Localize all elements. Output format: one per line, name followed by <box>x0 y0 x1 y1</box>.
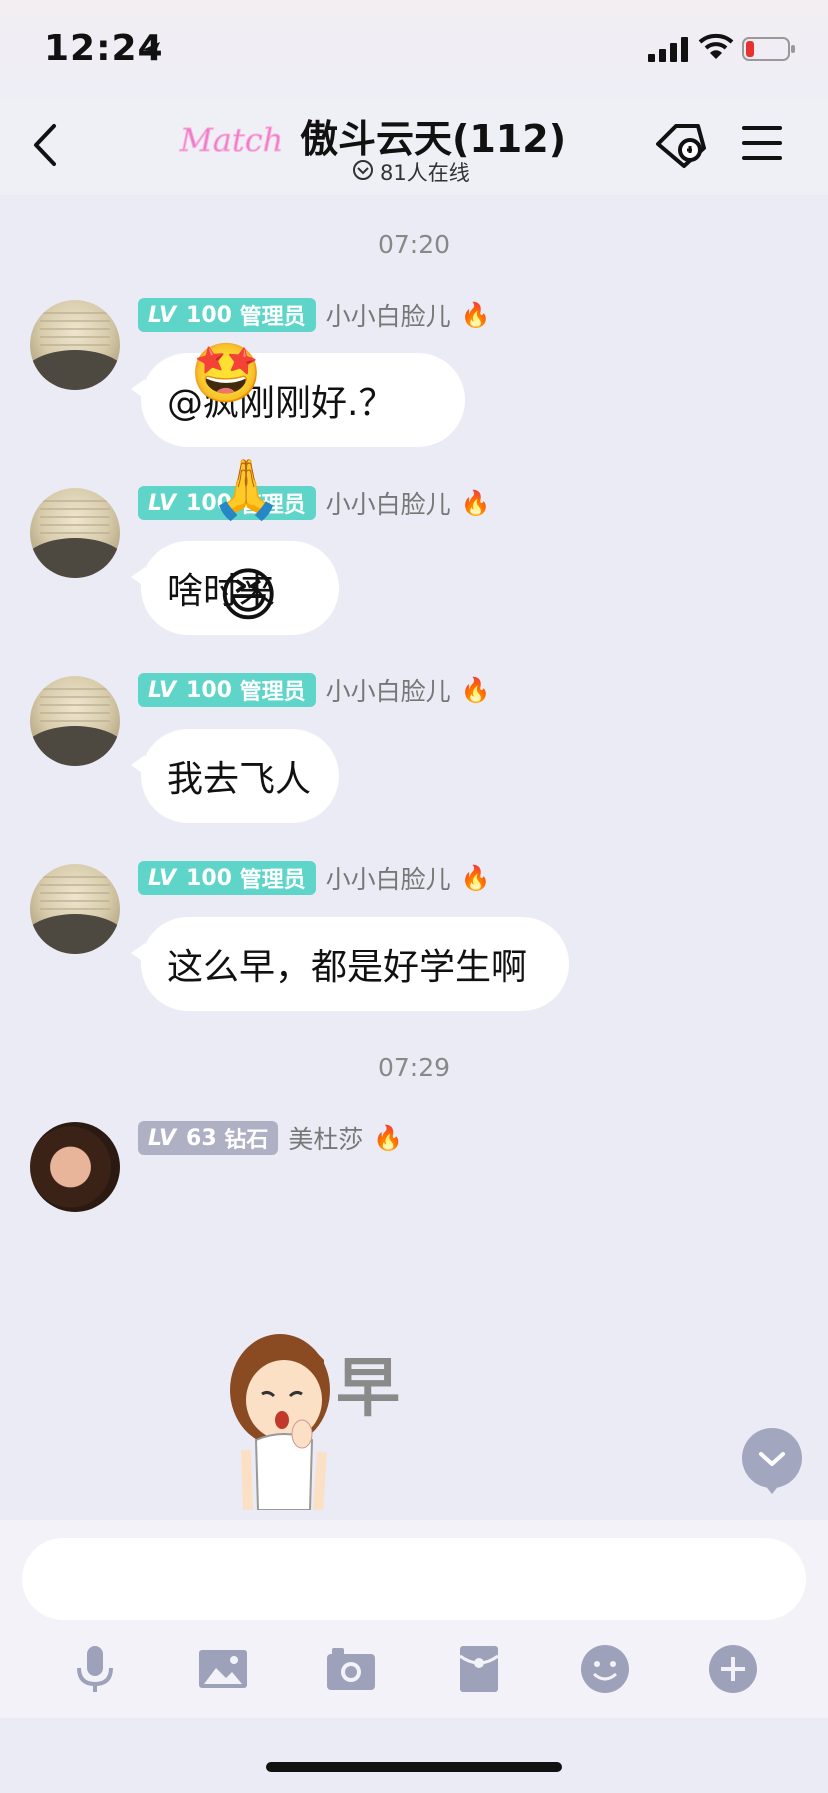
sticker-image[interactable]: 早 <box>228 1330 418 1510</box>
username[interactable]: 美杜莎 <box>288 1120 363 1156</box>
fire-icon: 🔥 <box>460 301 491 329</box>
message-bubble[interactable]: 我去飞人 <box>131 729 339 823</box>
welcome-emoji-icon: 😆 <box>218 561 279 629</box>
back-chevron-icon[interactable] <box>30 122 60 168</box>
menu-icon[interactable] <box>742 124 782 162</box>
message-header: LV 100 管理员 小小白脸儿 🔥 <box>138 485 491 521</box>
role-label: 管理员 <box>239 680 306 705</box>
timestamp: 07:20 <box>377 230 451 259</box>
svg-text:早: 早 <box>336 1352 400 1426</box>
level-number: 100 <box>186 865 232 891</box>
redpacket-icon[interactable] <box>452 1642 506 1696</box>
username[interactable]: 小小白脸儿 <box>326 297 451 333</box>
avatar[interactable] <box>30 488 120 578</box>
level-badge: LV 63 钻石 <box>138 1121 279 1155</box>
level-badge: LV 100 管理员 <box>138 861 316 895</box>
fire-icon: 🔥 <box>373 1124 404 1152</box>
level-prefix: LV <box>148 302 177 328</box>
avatar[interactable] <box>30 676 120 766</box>
level-number: 100 <box>186 302 232 328</box>
message-input[interactable] <box>22 1538 806 1620</box>
online-indicator-icon <box>353 160 373 180</box>
match-logo: Match <box>179 121 284 160</box>
tag-icon[interactable] <box>654 120 710 170</box>
image-icon[interactable] <box>196 1642 250 1696</box>
level-prefix: LV <box>148 865 177 891</box>
plus-icon[interactable] <box>706 1642 760 1696</box>
level-number: 100 <box>186 677 232 703</box>
username[interactable]: 小小白脸儿 <box>326 672 451 708</box>
message-header: LV 63 钻石 美杜莎 🔥 <box>138 1120 403 1156</box>
battery-low-icon <box>742 37 795 61</box>
level-badge: LV 100 管理员 <box>138 673 316 707</box>
location-arrow-icon <box>142 42 160 60</box>
timestamp: 07:29 <box>377 1053 451 1082</box>
role-label: 钻石 <box>224 1128 269 1153</box>
camera-icon[interactable] <box>324 1642 378 1696</box>
avatar[interactable] <box>30 1122 120 1212</box>
message-text: 我去飞人 <box>167 759 312 800</box>
online-count: 81人在线 <box>380 161 470 185</box>
level-prefix: LV <box>148 1125 177 1151</box>
role-label: 管理员 <box>239 305 306 330</box>
chevron-down-icon <box>759 1452 785 1466</box>
praying-emoji-icon: 🙏 <box>210 455 283 523</box>
message-header: LV 100 管理员 小小白脸儿 🔥 <box>138 297 491 333</box>
username[interactable]: 小小白脸儿 <box>326 485 451 521</box>
username[interactable]: 小小白脸儿 <box>326 860 451 896</box>
level-badge: LV 100 管理员 <box>138 298 316 332</box>
svg-text:Match: Match <box>179 121 283 159</box>
emoji-icon[interactable] <box>578 1642 632 1696</box>
role-label: 管理员 <box>239 868 306 893</box>
message-bubble[interactable]: 这么早，都是好学生啊 <box>131 917 569 1011</box>
cellular-signal-icon <box>648 37 688 62</box>
fire-icon: 🔥 <box>460 676 491 704</box>
group-title: 傲斗云天(112) <box>300 117 567 161</box>
level-prefix: LV <box>148 677 177 703</box>
starry-eyes-emoji-icon: 🤩 <box>190 339 263 407</box>
avatar[interactable] <box>30 300 120 390</box>
avatar[interactable] <box>30 864 120 954</box>
level-number: 63 <box>186 1125 217 1151</box>
fire-icon: 🔥 <box>460 864 491 892</box>
message-header: LV 100 管理员 小小白脸儿 🔥 <box>138 672 491 708</box>
wifi-icon <box>698 33 734 59</box>
scroll-down-button[interactable] <box>742 1428 802 1494</box>
fire-icon: 🔥 <box>460 489 491 517</box>
home-indicator <box>266 1762 562 1772</box>
message-text: 这么早，都是好学生啊 <box>167 947 528 988</box>
level-prefix: LV <box>148 490 177 516</box>
message-header: LV 100 管理员 小小白脸儿 🔥 <box>138 860 491 896</box>
mic-icon[interactable] <box>68 1642 122 1696</box>
